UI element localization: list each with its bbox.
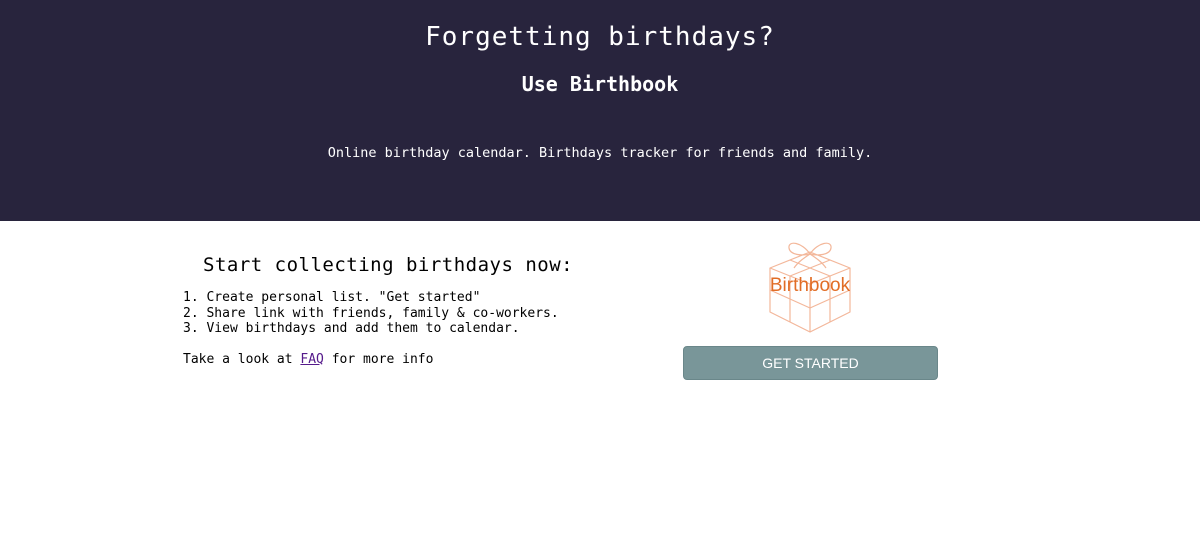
step-item: 2. Share link with friends, family & co-… — [183, 305, 559, 321]
step-item: 3. View birthdays and add them to calend… — [183, 321, 520, 336]
section-heading: Start collecting birthdays now: — [203, 254, 574, 276]
hero-banner: Forgetting birthdays? Use Birthbook Onli… — [0, 0, 1200, 221]
steps-list: 1. Create personal list. "Get started" 2… — [183, 290, 623, 337]
hero-description: Online birthday calendar. Birthdays trac… — [327, 145, 873, 161]
instructions-section: Start collecting birthdays now: 1. Creat… — [183, 254, 623, 367]
hero-subtitle: Use Birthbook — [521, 72, 679, 96]
more-info-suffix: for more info — [323, 351, 434, 367]
birthbook-logo: Birthbook — [764, 238, 856, 334]
more-info-text: Take a look at FAQ for more info — [183, 352, 623, 367]
logo-text: Birthbook — [769, 275, 851, 296]
hero-title: Forgetting birthdays? — [425, 22, 775, 52]
get-started-button[interactable]: GET STARTED — [683, 346, 938, 380]
more-info-prefix: Take a look at — [183, 351, 301, 367]
faq-link[interactable]: FAQ — [300, 352, 323, 367]
step-item: 1. Create personal list. "Get started" — [183, 290, 481, 305]
